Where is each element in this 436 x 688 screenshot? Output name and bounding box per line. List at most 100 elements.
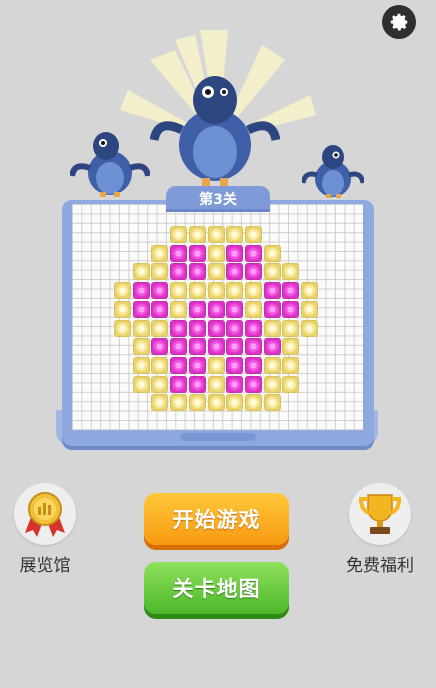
gem-pink xyxy=(170,338,188,356)
gem-pink xyxy=(226,300,244,318)
rewards-label: 免费福利 xyxy=(346,556,414,576)
gem-yellow xyxy=(188,394,206,412)
gem-yellow xyxy=(301,300,318,318)
gem-yellow xyxy=(114,300,131,318)
gem-yellow xyxy=(226,282,244,300)
gem-yellow xyxy=(207,394,225,412)
gem-pink xyxy=(207,300,225,318)
gem-yellow xyxy=(207,375,225,393)
gem-yellow xyxy=(301,319,318,337)
gem-yellow xyxy=(263,319,281,337)
medal-icon xyxy=(25,492,65,537)
gem-yellow xyxy=(151,375,169,393)
puzzle-grid xyxy=(72,204,363,430)
gem-pink xyxy=(151,300,169,318)
gem-yellow xyxy=(132,338,150,356)
gem-yellow xyxy=(263,394,281,412)
gem-pink xyxy=(226,356,244,374)
level-label: 第3关 xyxy=(166,186,270,212)
gem-pink xyxy=(244,319,262,337)
gem-pink xyxy=(170,244,188,262)
gallery-label: 展览馆 xyxy=(19,556,71,576)
gem-pink xyxy=(170,356,188,374)
gem-yellow xyxy=(263,244,281,262)
gem-pink xyxy=(282,282,300,300)
gem-yellow xyxy=(132,375,150,393)
gem-pink xyxy=(207,319,225,337)
gem-yellow xyxy=(282,356,300,374)
gallery-button[interactable]: 展览馆 xyxy=(14,483,76,576)
gem-pink xyxy=(226,244,244,262)
gem-yellow xyxy=(282,375,300,393)
gem-pink xyxy=(263,300,281,318)
gem-yellow xyxy=(226,226,244,243)
gem-pink xyxy=(282,300,300,318)
gem-pink xyxy=(151,282,169,300)
gem-pink xyxy=(226,263,244,281)
gem-yellow xyxy=(263,356,281,374)
gem-pink xyxy=(263,338,281,356)
pigeon-right xyxy=(302,145,364,198)
gem-pink xyxy=(244,244,262,262)
gem-yellow xyxy=(170,226,188,243)
gem-yellow xyxy=(263,375,281,393)
gem-yellow xyxy=(132,263,150,281)
gem-pink xyxy=(188,319,206,337)
gem-yellow xyxy=(207,282,225,300)
gem-pink xyxy=(132,300,150,318)
gem-yellow xyxy=(244,394,262,412)
pigeon-left xyxy=(70,132,150,197)
gem-yellow xyxy=(151,319,169,337)
gem-yellow xyxy=(207,226,225,243)
gem-yellow xyxy=(282,338,300,356)
gem-pink xyxy=(170,375,188,393)
gem-pink xyxy=(170,319,188,337)
board-slot xyxy=(180,433,256,441)
gem-pink xyxy=(244,375,262,393)
gear-icon xyxy=(390,13,408,31)
gem-yellow xyxy=(170,394,188,412)
gem-pink xyxy=(207,338,225,356)
gem-yellow xyxy=(188,226,206,243)
settings-button[interactable] xyxy=(382,5,416,39)
gem-pink xyxy=(188,338,206,356)
start-game-button[interactable]: 开始游戏 xyxy=(144,493,289,545)
gem-yellow xyxy=(207,263,225,281)
gem-pink xyxy=(188,244,206,262)
gem-pink xyxy=(263,282,281,300)
gem-pink xyxy=(226,338,244,356)
gem-yellow xyxy=(170,300,188,318)
gem-pink xyxy=(226,319,244,337)
gem-pink xyxy=(188,300,206,318)
gem-yellow xyxy=(207,356,225,374)
gem-pink xyxy=(244,356,262,374)
gem-yellow xyxy=(244,300,262,318)
gem-pink xyxy=(188,375,206,393)
trophy-icon xyxy=(358,494,402,534)
gem-yellow xyxy=(114,319,131,337)
gem-yellow xyxy=(132,356,150,374)
gem-yellow xyxy=(207,244,225,262)
level-map-button[interactable]: 关卡地图 xyxy=(144,562,289,614)
gem-pink xyxy=(244,263,262,281)
gem-pink xyxy=(170,263,188,281)
gem-pink xyxy=(244,338,262,356)
gem-yellow xyxy=(151,356,169,374)
gem-pink xyxy=(226,375,244,393)
gem-yellow xyxy=(132,319,150,337)
gem-yellow xyxy=(263,263,281,281)
gem-yellow xyxy=(282,319,300,337)
gem-yellow xyxy=(244,282,262,300)
gem-pink xyxy=(151,338,169,356)
rewards-button[interactable]: 免费福利 xyxy=(346,483,414,576)
gem-yellow xyxy=(170,282,188,300)
gem-yellow xyxy=(151,394,169,412)
gallery-icon-wrap xyxy=(14,483,76,545)
gem-yellow xyxy=(114,282,131,300)
gem-yellow xyxy=(301,282,318,300)
gem-yellow xyxy=(282,263,300,281)
gem-pink xyxy=(132,282,150,300)
gem-yellow xyxy=(244,226,262,243)
rewards-icon-wrap xyxy=(349,483,411,545)
gem-yellow xyxy=(226,394,244,412)
